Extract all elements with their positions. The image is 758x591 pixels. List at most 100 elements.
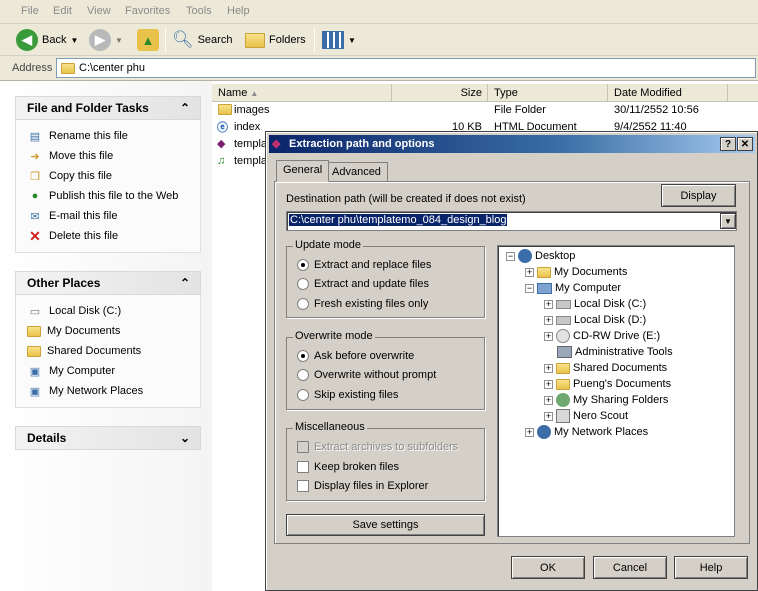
task-email[interactable]: ✉ E-mail this file: [27, 206, 200, 226]
back-button[interactable]: ◀ Back ▼: [16, 27, 78, 53]
collapse-icon[interactable]: ⌃: [180, 276, 190, 290]
views-dropdown-icon[interactable]: ▼: [348, 36, 356, 45]
address-input[interactable]: C:\center phu: [56, 58, 756, 78]
update-option-fresh[interactable]: Fresh existing files only: [297, 296, 428, 312]
place-my-computer[interactable]: ▣ My Computer: [27, 361, 200, 381]
place-network[interactable]: ▣ My Network Places: [27, 381, 200, 401]
column-size[interactable]: Size: [392, 84, 488, 102]
overwrite-option-overwrite[interactable]: Overwrite without prompt: [297, 367, 436, 383]
place-shared-documents[interactable]: Shared Documents: [27, 341, 200, 361]
address-label: Address: [12, 62, 53, 74]
group-title: Update mode: [293, 239, 364, 251]
miscellaneous-group: Miscellaneous Extract archives to subfol…: [286, 421, 485, 501]
help-button[interactable]: Help: [674, 556, 748, 579]
misc-option-display-explorer[interactable]: Display files in Explorer: [297, 478, 428, 494]
task-label: Rename this file: [49, 130, 128, 142]
tab-advanced[interactable]: Advanced: [325, 162, 388, 182]
tree-node-sharing-folders[interactable]: + My Sharing Folders: [544, 392, 668, 408]
destination-path-combo[interactable]: C:\center phu\templatemo_084_design_blog…: [286, 211, 737, 231]
place-label: My Computer: [49, 365, 116, 377]
task-move[interactable]: ➜ Move this file: [27, 146, 200, 166]
collapse-icon[interactable]: ⌃: [180, 101, 190, 115]
update-option-replace[interactable]: Extract and replace files: [297, 257, 431, 273]
menu-help[interactable]: Help: [227, 5, 250, 17]
drive-icon: ▭: [29, 305, 41, 318]
column-name[interactable]: Name ▲: [212, 84, 392, 102]
up-folder-button[interactable]: ▲: [137, 27, 159, 53]
task-publish[interactable]: ● Publish this file to the Web: [27, 186, 200, 206]
folders-button[interactable]: Folders: [245, 27, 306, 53]
views-button[interactable]: ▼: [322, 27, 356, 53]
nero-scout-icon: [556, 409, 570, 423]
menu-file[interactable]: File: [21, 5, 39, 17]
tree-node-admin-tools[interactable]: Administrative Tools: [557, 344, 673, 360]
tree-node-nero-scout[interactable]: + Nero Scout: [544, 408, 628, 424]
other-places-header[interactable]: Other Places ⌃: [15, 271, 201, 295]
forward-dropdown-icon[interactable]: ▼: [115, 36, 123, 45]
up-folder-icon: ▲: [137, 29, 159, 51]
place-label: My Documents: [47, 325, 121, 337]
folder-icon: [218, 104, 232, 115]
my-documents-icon: [27, 325, 41, 337]
tree-node-desktop[interactable]: − Desktop: [506, 248, 575, 264]
task-rename[interactable]: ▤ Rename this file: [27, 126, 200, 146]
overwrite-option-skip[interactable]: Skip existing files: [297, 387, 398, 403]
back-dropdown-icon[interactable]: ▼: [70, 36, 78, 45]
place-my-documents[interactable]: My Documents: [27, 321, 200, 341]
overwrite-mode-group: Overwrite mode Ask before overwrite Over…: [286, 330, 485, 410]
tree-node-my-documents[interactable]: + My Documents: [525, 264, 627, 280]
html-document-icon: ⓔ: [217, 121, 228, 134]
update-option-update[interactable]: Extract and update files: [297, 276, 429, 292]
combo-dropdown-icon[interactable]: ▼: [720, 213, 736, 229]
folder-tree[interactable]: − Desktop + My Documents − My Computer + Loc…: [497, 245, 735, 537]
tree-node-my-computer[interactable]: − My Computer: [525, 280, 621, 296]
menu-favorites[interactable]: Favorites: [125, 5, 170, 17]
file-folder-tasks-header[interactable]: File and Folder Tasks ⌃: [15, 96, 201, 120]
search-icon: 🔍︎: [172, 30, 194, 49]
details-header[interactable]: Details ⌄: [15, 426, 201, 450]
tree-node-local-disk-c[interactable]: + Local Disk (C:): [544, 296, 646, 312]
tab-general[interactable]: General: [276, 160, 330, 182]
tree-node-shared-documents[interactable]: + Shared Documents: [544, 360, 667, 376]
admin-tools-icon: [557, 346, 572, 358]
ok-button[interactable]: OK: [511, 556, 585, 579]
panel-title: Other Places: [27, 276, 101, 290]
toolbar: ◀ Back ▼ ▶ ▼ ▲ 🔍︎ Search Folders ▼: [0, 24, 758, 56]
task-copy[interactable]: ❐ Copy this file: [27, 166, 200, 186]
place-local-disk[interactable]: ▭ Local Disk (C:): [27, 301, 200, 321]
tree-node-local-disk-d[interactable]: + Local Disk (D:): [544, 312, 646, 328]
other-places-panel: Other Places ⌃ ▭ Local Disk (C:) My Docum…: [15, 271, 201, 408]
display-button[interactable]: Display: [661, 184, 736, 207]
column-type[interactable]: Type: [488, 84, 608, 102]
task-label: Publish this file to the Web: [49, 190, 179, 202]
search-button[interactable]: 🔍︎ Search: [172, 27, 232, 53]
cancel-button[interactable]: Cancel: [593, 556, 667, 579]
help-title-button[interactable]: ?: [720, 137, 736, 151]
menu-view[interactable]: View: [87, 5, 111, 17]
overwrite-option-ask[interactable]: Ask before overwrite: [297, 348, 414, 364]
place-label: My Network Places: [49, 385, 144, 397]
menu-tools[interactable]: Tools: [186, 5, 212, 17]
close-button[interactable]: ✕: [737, 137, 753, 151]
radio-icon: [297, 389, 309, 401]
task-delete[interactable]: ✕ Delete this file: [27, 226, 200, 246]
column-date[interactable]: Date Modified: [608, 84, 728, 102]
folder-icon: [61, 62, 75, 74]
computer-icon: [537, 282, 552, 294]
forward-button[interactable]: ▶ ▼: [89, 27, 123, 53]
radio-icon: [297, 278, 309, 290]
destination-path-value: C:\center phu\templatemo_084_design_blog: [289, 214, 508, 226]
menu-edit[interactable]: Edit: [53, 5, 72, 17]
file-row[interactable]: images File Folder 30/11/2552 10:56: [212, 101, 758, 118]
dialog-title-bar[interactable]: ◆ Extraction path and options ? ✕: [269, 135, 755, 153]
expand-icon[interactable]: ⌄: [180, 431, 190, 445]
folder-icon: [556, 378, 570, 390]
save-settings-button[interactable]: Save settings: [286, 514, 485, 536]
tree-node-puengs-documents[interactable]: + Pueng's Documents: [544, 376, 671, 392]
column-header: Name ▲ Size Type Date Modified: [212, 84, 758, 102]
tree-node-cd-drive[interactable]: + CD-RW Drive (E:): [544, 328, 660, 344]
misc-option-keep-broken[interactable]: Keep broken files: [297, 459, 399, 475]
tree-node-network-places[interactable]: + My Network Places: [525, 424, 648, 440]
folder-icon: [556, 362, 570, 374]
file-date: 30/11/2552 10:56: [614, 103, 699, 116]
